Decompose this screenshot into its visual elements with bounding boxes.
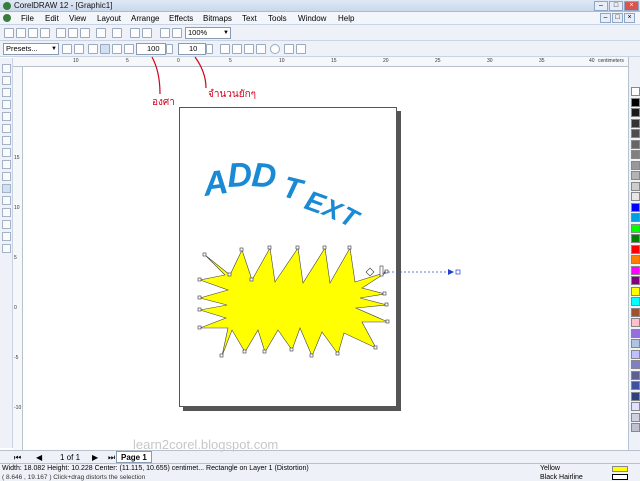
- frequency-arrow: [194, 56, 207, 89]
- art-letter: D: [250, 156, 277, 196]
- palette-swatch[interactable]: [631, 402, 640, 411]
- palette-swatch[interactable]: [631, 171, 640, 180]
- palette-swatch[interactable]: [631, 87, 640, 96]
- palette-swatch[interactable]: [631, 139, 640, 149]
- palette-swatch[interactable]: [631, 118, 640, 128]
- palette-swatch[interactable]: [631, 423, 640, 432]
- watermark: learn2corel.blogspot.com: [133, 437, 279, 452]
- last-page-button[interactable]: ⏭: [108, 453, 115, 463]
- art-letter: T: [279, 171, 307, 208]
- palette-swatch[interactable]: [631, 244, 640, 254]
- palette-swatch[interactable]: [631, 297, 640, 306]
- palette-swatch[interactable]: [631, 150, 640, 159]
- artwork-layer: A D D T E X T: [151, 56, 461, 358]
- palette-swatch[interactable]: [631, 276, 640, 285]
- palette-swatch[interactable]: [631, 360, 640, 369]
- outline-status-label: Black Hairline: [540, 474, 583, 481]
- color-palette: [628, 57, 640, 450]
- degree-annotation: องศา: [152, 97, 175, 108]
- zipper-distorted-shape[interactable]: [197, 245, 461, 358]
- fill-status-label: Yellow: [540, 465, 560, 472]
- palette-swatch[interactable]: [631, 412, 640, 422]
- degree-arrow: [151, 56, 161, 95]
- palette-swatch[interactable]: [631, 339, 640, 348]
- add-text-artwork[interactable]: A D D T E X T: [200, 156, 365, 235]
- palette-swatch[interactable]: [631, 328, 640, 338]
- palette-swatch[interactable]: [631, 160, 640, 170]
- first-page-button[interactable]: ⏮: [14, 453, 21, 463]
- palette-swatch[interactable]: [631, 202, 640, 212]
- palette-swatch[interactable]: [631, 223, 640, 233]
- palette-swatch[interactable]: [631, 349, 640, 359]
- palette-swatch[interactable]: [631, 234, 640, 243]
- palette-swatch[interactable]: [631, 381, 640, 390]
- art-letter: A: [200, 163, 231, 204]
- frequency-annotation: จำนวนยักๆ: [208, 89, 257, 100]
- palette-swatch[interactable]: [631, 370, 640, 380]
- prev-page-button[interactable]: ◀: [36, 453, 42, 462]
- palette-swatch[interactable]: [631, 318, 640, 327]
- palette-swatch[interactable]: [631, 255, 640, 264]
- palette-swatch[interactable]: [631, 181, 640, 191]
- art-letter: D: [226, 156, 253, 195]
- palette-swatch[interactable]: [631, 307, 640, 317]
- palette-swatch[interactable]: [631, 129, 640, 138]
- palette-swatch[interactable]: [631, 391, 640, 401]
- status-cursor-hint: ( 8.646 , 19.167 ) Click+drag distorts t…: [2, 474, 146, 481]
- palette-swatch[interactable]: [631, 97, 640, 107]
- next-page-button[interactable]: ▶: [92, 453, 98, 462]
- page-navigator: ⏮ ◀ 1 of 1 ▶ ⏭ Page 1 learn2corel.blogsp…: [0, 437, 640, 463]
- page-counter: 1 of 1: [60, 453, 81, 462]
- palette-swatch[interactable]: [631, 286, 640, 296]
- outline-swatch: [612, 474, 628, 480]
- fill-swatch: [612, 466, 628, 472]
- status-bar: Width: 18.082 Height: 10.228 Center: (11…: [0, 463, 640, 481]
- palette-swatch[interactable]: [631, 108, 640, 117]
- page-tab[interactable]: Page 1: [116, 451, 152, 463]
- status-object-info: Width: 18.082 Height: 10.228 Center: (11…: [2, 465, 309, 472]
- palette-swatch[interactable]: [631, 192, 640, 201]
- palette-swatch[interactable]: [631, 213, 640, 222]
- palette-swatch[interactable]: [631, 265, 640, 275]
